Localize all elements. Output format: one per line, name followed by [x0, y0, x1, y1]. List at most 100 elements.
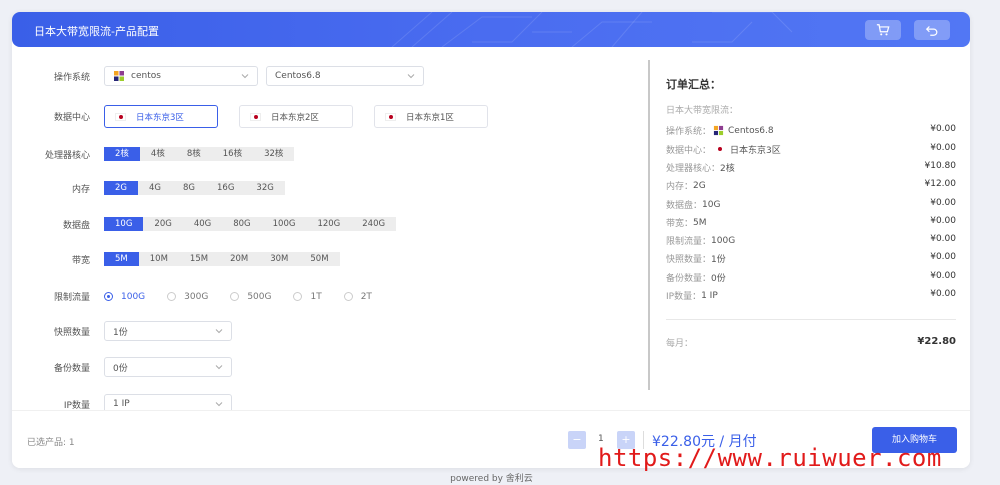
disk-option[interactable]: 80G: [222, 217, 261, 231]
summary-key: 内存：: [666, 182, 694, 192]
summary-key: 带宽：: [666, 219, 694, 229]
summary-product: 日本大带宽限流：: [666, 106, 739, 116]
memory-option[interactable]: 8G: [172, 181, 206, 195]
disk-option[interactable]: 20G: [143, 217, 182, 231]
cpu-option[interactable]: 4核: [140, 147, 176, 161]
cpu-row: 处理器核心 2核 4核 8核 16核 32核: [20, 147, 295, 161]
disk-option[interactable]: 120G: [306, 217, 351, 231]
datacenter-option-tokyo3[interactable]: 日本东京3区: [104, 105, 218, 128]
summary-price: ¥0.00: [930, 198, 956, 208]
cpu-label: 处理器核心: [44, 150, 90, 161]
back-button[interactable]: [914, 20, 950, 40]
japan-flag-icon: [250, 112, 261, 121]
snapshot-value: 1份: [113, 327, 128, 338]
cpu-option[interactable]: 32核: [253, 147, 294, 161]
os-version-value: Centos6.8: [275, 71, 321, 81]
radio-dot: [167, 292, 177, 301]
memory-option[interactable]: 2G: [104, 181, 138, 195]
japan-flag-icon: [385, 112, 396, 121]
cpu-option[interactable]: 2核: [104, 147, 140, 161]
panel-scrollbar[interactable]: [648, 60, 650, 390]
traffic-radio-100g[interactable]: 100G: [104, 292, 145, 302]
centos-logo-icon: [114, 71, 124, 81]
summary-key: 操作系统：: [666, 127, 712, 137]
quantity-value[interactable]: 1: [598, 434, 604, 444]
disk-option[interactable]: 240G: [351, 217, 396, 231]
ip-value: 1 IP: [113, 399, 130, 409]
cpu-options: 2核 4核 8核 16核 32核: [104, 147, 295, 161]
summary-price: ¥12.00: [924, 179, 957, 189]
os-value: centos: [131, 71, 161, 81]
backup-select[interactable]: 0份: [104, 357, 232, 377]
quantity-minus-button[interactable]: −: [568, 431, 586, 449]
radio-dot: [104, 292, 113, 301]
bandwidth-options: 5M 10M 15M 20M 30M 50M: [104, 252, 340, 266]
cart-icon: [876, 24, 890, 36]
watermark-url: https://www.ruiwuer.com: [598, 444, 942, 472]
os-version-select[interactable]: Centos6.8: [266, 66, 424, 86]
summary-line-traffic: 限制流量： 100G ¥0.00: [666, 234, 956, 247]
summary-value: 日本东京3区: [730, 146, 781, 156]
cpu-option[interactable]: 16核: [212, 147, 253, 161]
summary-value: 5M: [693, 217, 707, 228]
bandwidth-option[interactable]: 10M: [139, 252, 179, 266]
summary-key: 限制流量：: [666, 237, 712, 247]
japan-flag-icon: [115, 112, 126, 121]
summary-key: IP数量：: [666, 292, 702, 302]
datacenter-option-label: 日本东京3区: [136, 112, 184, 123]
summary-price: ¥0.00: [930, 124, 956, 134]
disk-option[interactable]: 40G: [183, 217, 222, 231]
bandwidth-option[interactable]: 5M: [104, 252, 139, 266]
bandwidth-option[interactable]: 20M: [219, 252, 259, 266]
chevron-down-icon: [241, 74, 249, 79]
memory-option[interactable]: 32G: [245, 181, 284, 195]
os-row: 操作系统 centos Centos6.8: [20, 66, 424, 86]
backup-row: 备份数量 0份: [20, 357, 232, 377]
summary-value: 1份: [711, 255, 726, 265]
summary-line-snapshot: 快照数量： 1份 ¥0.00: [666, 252, 956, 265]
backup-label: 备份数量: [53, 363, 90, 374]
memory-row: 内存 2G 4G 8G 16G 32G: [20, 181, 285, 195]
summary-line-os: 操作系统： Centos6.8 ¥0.00: [666, 124, 956, 137]
datacenter-option-tokyo2[interactable]: 日本东京2区: [239, 105, 353, 128]
datacenter-option-label: 日本东京2区: [271, 112, 319, 123]
os-select[interactable]: centos: [104, 66, 258, 86]
memory-option[interactable]: 16G: [206, 181, 245, 195]
summary-line-disk: 数据盘： 10G ¥0.00: [666, 198, 956, 211]
cart-button[interactable]: [865, 20, 901, 40]
summary-divider: [666, 319, 956, 320]
memory-label: 内存: [71, 184, 90, 195]
disk-option[interactable]: 10G: [104, 217, 144, 231]
traffic-radio-500g[interactable]: 500G: [230, 292, 271, 302]
bandwidth-option[interactable]: 30M: [259, 252, 299, 266]
traffic-radio-300g[interactable]: 300G: [167, 292, 208, 302]
summary-value: 100G: [711, 235, 736, 246]
cpu-option[interactable]: 8核: [176, 147, 212, 161]
datacenter-option-tokyo1[interactable]: 日本东京1区: [374, 105, 488, 128]
traffic-radio-1t[interactable]: 1T: [293, 292, 322, 302]
summary-key: 数据盘：: [666, 201, 703, 211]
radio-label: 500G: [247, 291, 272, 302]
snapshot-select[interactable]: 1份: [104, 321, 232, 341]
disk-option[interactable]: 100G: [262, 217, 307, 231]
summary-line-cpu: 处理器核心： 2核 ¥10.80: [666, 161, 956, 174]
memory-option[interactable]: 4G: [138, 181, 172, 195]
radio-label: 300G: [184, 291, 209, 302]
summary-price: ¥0.00: [930, 271, 956, 281]
bandwidth-option[interactable]: 50M: [299, 252, 339, 266]
datacenter-option-label: 日本东京1区: [406, 112, 454, 123]
summary-price: ¥0.00: [930, 252, 956, 262]
monthly-label: 每月：: [666, 339, 694, 349]
summary-price: ¥10.80: [924, 161, 957, 171]
summary-value: 1 IP: [701, 290, 718, 301]
page-title: 日本大带宽限流-产品配置: [34, 25, 159, 38]
summary-monthly: 每月： ¥22.80: [666, 336, 956, 349]
traffic-radio-2t[interactable]: 2T: [343, 291, 372, 302]
summary-price: ¥0.00: [930, 216, 956, 226]
traffic-row: 限制流量 100G 300G 500G 1T 2T: [20, 290, 394, 304]
chevron-down-icon: [215, 329, 223, 334]
summary-key: 快照数量：: [666, 255, 712, 265]
radio-label: 2T: [360, 291, 372, 302]
bandwidth-option[interactable]: 15M: [179, 252, 219, 266]
disk-options: 10G 20G 40G 80G 100G 120G 240G: [104, 217, 397, 231]
